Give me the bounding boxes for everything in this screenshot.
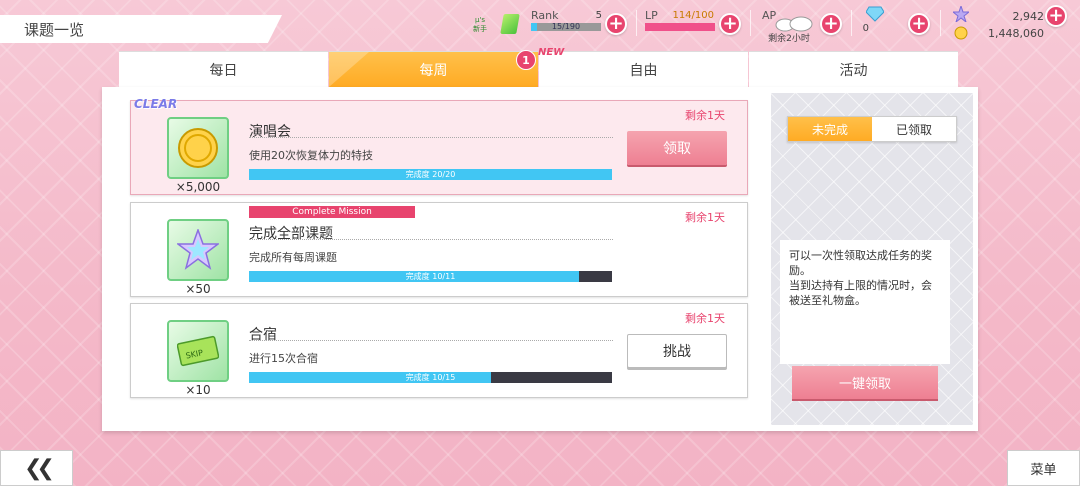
tab-free[interactable]: 自由 <box>539 51 748 87</box>
claim-all-button[interactable]: 一键领取 <box>792 366 938 399</box>
time-remaining: 剩余1天 <box>685 211 725 224</box>
weekly-count-badge: 1 <box>516 50 536 70</box>
gold-value: 1,448,060 <box>988 27 1044 40</box>
progress-text: 完成度 20/20 <box>405 170 456 179</box>
mission-title: 演唱会 <box>249 124 291 140</box>
rank-bar: 15/190 <box>531 22 601 31</box>
lp-label: LP <box>645 9 658 22</box>
challenge-button[interactable]: 挑战 <box>627 334 727 368</box>
back-button[interactable]: ❮❮ <box>0 450 73 486</box>
info-text: 可以一次性领取达成任务的奖励。 当到达持有上限的情况时，会被送至礼物盒。 <box>780 240 950 364</box>
mission-description: 使用20次恢复体力的特技 <box>249 149 373 162</box>
reward-icon-box: SKIP <box>167 320 229 382</box>
mission-card: Complete Mission ×50 完成全部课题 完成所有每周课题 剩余1… <box>130 202 748 297</box>
star-gem-icon <box>177 229 219 270</box>
divider <box>750 10 751 36</box>
stars-value: 2,942 <box>1012 10 1045 23</box>
flag-icon <box>500 14 520 34</box>
stars-plus-button[interactable]: + <box>1045 5 1067 27</box>
ap-subtext: 剩余2小时 <box>768 34 810 44</box>
time-remaining: 剩余1天 <box>685 109 725 122</box>
reward-quantity: ×5,000 <box>175 180 221 194</box>
gems-plus-button[interactable]: + <box>908 13 930 35</box>
reward-icon-box <box>167 117 229 179</box>
divider <box>249 137 613 138</box>
school-badge: μ's 新手 <box>460 12 520 38</box>
toggle-claimed[interactable]: 已领取 <box>872 117 956 141</box>
claim-button[interactable]: 领取 <box>627 131 727 165</box>
mission-progress-bar: 完成度 10/11 <box>249 271 612 282</box>
time-remaining: 剩余1天 <box>685 312 725 325</box>
divider <box>249 239 613 240</box>
ap-plus-button[interactable]: + <box>820 13 842 35</box>
tab-daily[interactable]: 每日 <box>119 51 328 87</box>
mission-card: ×5,000 演唱会 使用20次恢复体力的特技 剩余1天 完成度 20/20 领… <box>130 100 748 195</box>
gold-coin-icon <box>178 128 218 168</box>
rank-value: 5 <box>595 10 602 21</box>
rank-progress-text: 15/190 <box>551 22 581 31</box>
complete-mission-tag: Complete Mission <box>249 206 415 218</box>
reward-quantity: ×50 <box>185 282 211 296</box>
school-badge-label: μ's 新手 <box>473 16 487 33</box>
lp-value: 114/100 <box>672 10 714 21</box>
gems-value: 0 <box>862 23 869 34</box>
mission-title: 合宿 <box>249 327 277 343</box>
skip-ticket-icon: SKIP <box>177 335 219 367</box>
lp-plus-button[interactable]: + <box>719 13 741 35</box>
divider <box>636 10 637 36</box>
status-toggle: 未完成 已领取 <box>787 116 957 142</box>
divider <box>851 10 852 36</box>
info-text-body: 可以一次性领取达成任务的奖励。 当到达持有上限的情况时，会被送至礼物盒。 <box>789 249 932 307</box>
star-icon <box>951 4 971 26</box>
toggle-incomplete[interactable]: 未完成 <box>788 117 872 141</box>
clear-tag: CLEAR <box>134 97 178 111</box>
menu-button[interactable]: 菜单 <box>1007 450 1080 486</box>
mission-progress-bar: 完成度 10/15 <box>249 372 612 383</box>
tab-weekly[interactable]: 每周 <box>329 51 538 87</box>
mission-description: 进行15次合宿 <box>249 352 318 365</box>
page-title: 课题一览 <box>24 21 85 39</box>
tab-event[interactable]: 活动 <box>749 51 958 87</box>
reward-icon-box <box>167 219 229 281</box>
divider <box>940 10 941 36</box>
new-badge: NEW <box>538 47 565 58</box>
progress-text: 完成度 10/15 <box>405 373 456 382</box>
mission-description: 完成所有每周课题 <box>249 251 337 264</box>
gold-coin-small-icon <box>954 25 968 44</box>
mission-card: SKIP ×10 合宿 进行15次合宿 剩余1天 完成度 10/15 挑战 <box>130 303 748 398</box>
rank-plus-button[interactable]: + <box>605 13 627 35</box>
mission-title: 完成全部课题 <box>249 226 333 242</box>
lp-bar-fill <box>645 23 715 31</box>
reward-quantity: ×10 <box>185 383 211 397</box>
rank-label: Rank <box>531 9 559 22</box>
divider <box>249 340 613 341</box>
lp-bar <box>645 23 715 31</box>
mission-progress-bar: 完成度 20/20 <box>249 169 612 180</box>
progress-text: 完成度 10/11 <box>405 272 456 281</box>
